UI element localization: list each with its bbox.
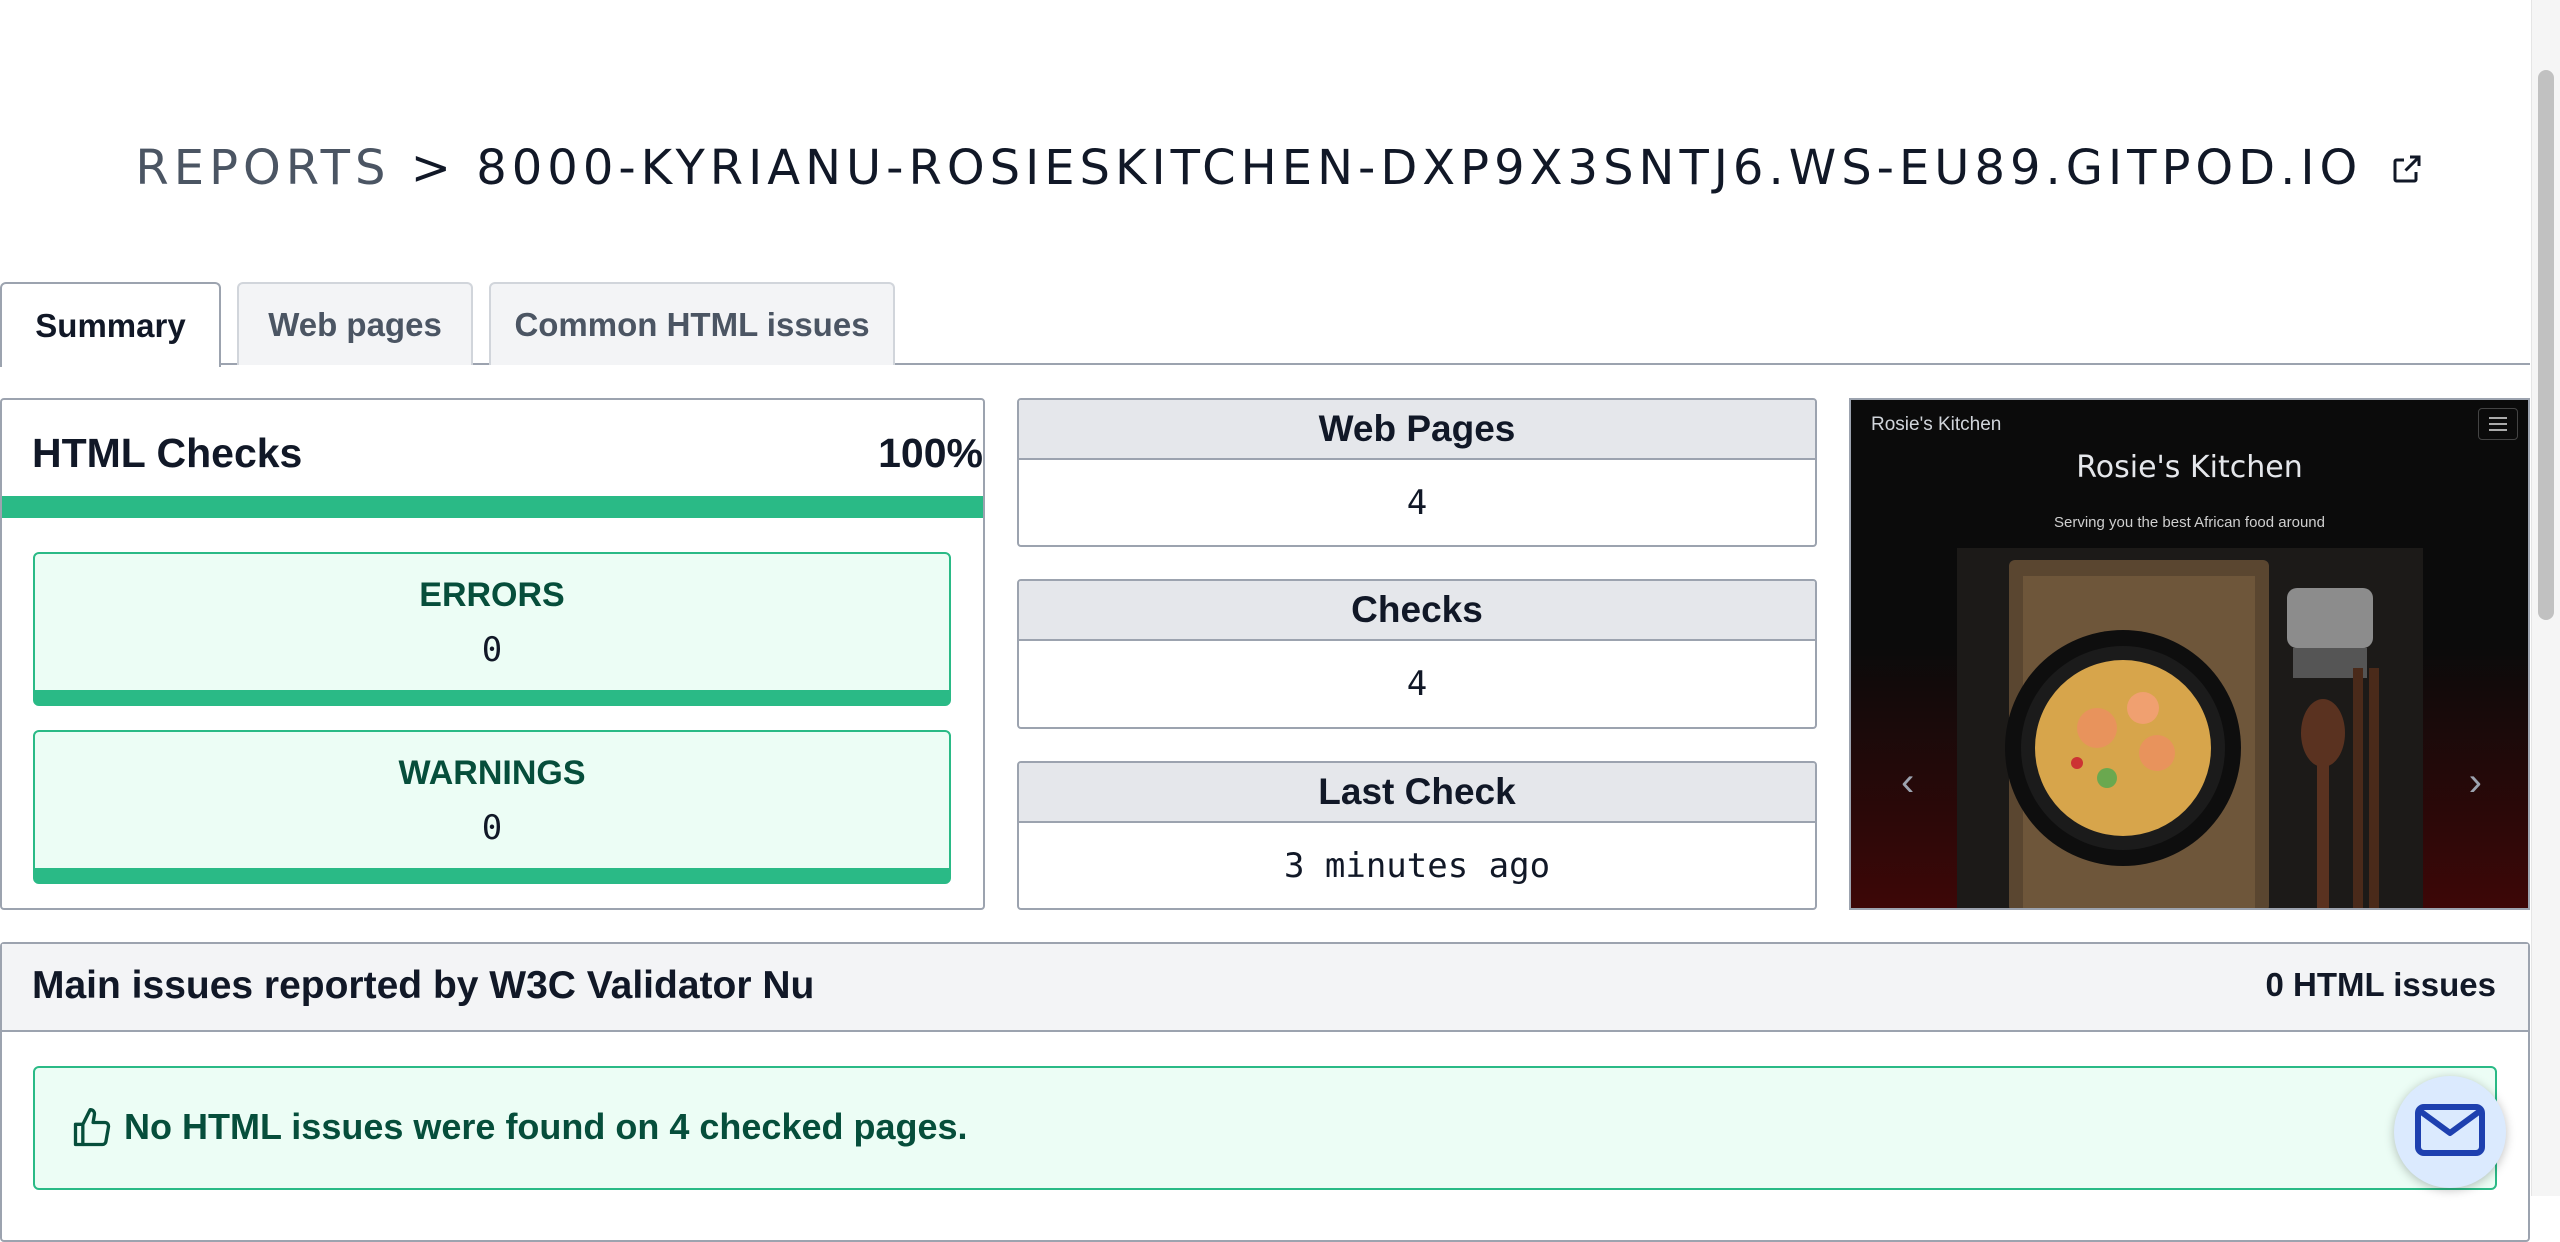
web-pages-value: 4 bbox=[1406, 482, 1428, 523]
errors-box: ERRORS 0 bbox=[33, 552, 951, 706]
errors-bar bbox=[35, 690, 949, 704]
html-checks-progress-bar bbox=[2, 496, 983, 518]
warnings-label: WARNINGS bbox=[398, 754, 586, 792]
external-link-icon[interactable] bbox=[2389, 143, 2425, 199]
preview-subtitle: Serving you the best African food around bbox=[2053, 514, 2325, 531]
html-checks-percent: 100% bbox=[878, 430, 983, 476]
site-preview-screenshot[interactable]: Rosie's Kitchen Rosie's Kitchen Serving … bbox=[1849, 398, 2530, 910]
web-pages-label: Web Pages bbox=[1019, 400, 1815, 460]
tab-common-html-issues[interactable]: Common HTML issues bbox=[489, 282, 895, 365]
food-photo bbox=[1957, 548, 2423, 908]
envelope-icon bbox=[2414, 1103, 2486, 1162]
site-link[interactable]: 8000-KYRIANU-ROSIESKITCHEN-DXP9X3SNTJ6.W… bbox=[476, 140, 2362, 196]
page-title: REPORTS > 8000-KYRIANU-ROSIESKITCHEN-DXP… bbox=[0, 140, 2560, 199]
tab-summary[interactable]: Summary bbox=[0, 282, 221, 367]
checks-label: Checks bbox=[1019, 581, 1815, 641]
main-issues-title: Main issues reported by W3C Validator Nu bbox=[32, 964, 815, 1007]
html-issues-count: 0 HTML issues bbox=[2265, 966, 2496, 1003]
carousel-prev-icon[interactable]: ‹ bbox=[1901, 760, 1914, 805]
breadcrumb-reports[interactable]: REPORTS bbox=[135, 140, 390, 196]
preview-brand: Rosie's Kitchen bbox=[1871, 414, 2002, 435]
thumbs-up-icon bbox=[70, 1106, 114, 1155]
checks-value: 4 bbox=[1406, 664, 1428, 704]
scrollbar-thumb[interactable] bbox=[2538, 70, 2554, 620]
web-pages-panel: Web Pages 4 bbox=[1017, 398, 1817, 547]
errors-value: 0 bbox=[481, 630, 503, 670]
errors-label: ERRORS bbox=[419, 576, 565, 614]
warnings-value: 0 bbox=[481, 808, 503, 848]
html-checks-title: HTML Checks bbox=[32, 430, 303, 476]
contact-mail-button[interactable] bbox=[2394, 1076, 2506, 1188]
last-check-value: 3 minutes ago bbox=[1283, 845, 1551, 886]
warnings-bar bbox=[35, 868, 949, 882]
warnings-box: WARNINGS 0 bbox=[33, 730, 951, 884]
last-check-label: Last Check bbox=[1019, 763, 1815, 823]
hamburger-menu-icon bbox=[2478, 408, 2518, 440]
last-check-panel: Last Check 3 minutes ago bbox=[1017, 761, 1817, 910]
checks-panel: Checks 4 bbox=[1017, 579, 1817, 729]
success-message: No HTML issues were found on 4 checked p… bbox=[124, 1106, 968, 1147]
breadcrumb-separator: > bbox=[410, 140, 456, 196]
preview-title: Rosie's Kitchen bbox=[2076, 450, 2303, 485]
tab-web-pages[interactable]: Web pages bbox=[237, 282, 473, 365]
carousel-next-icon[interactable]: › bbox=[2469, 760, 2482, 805]
